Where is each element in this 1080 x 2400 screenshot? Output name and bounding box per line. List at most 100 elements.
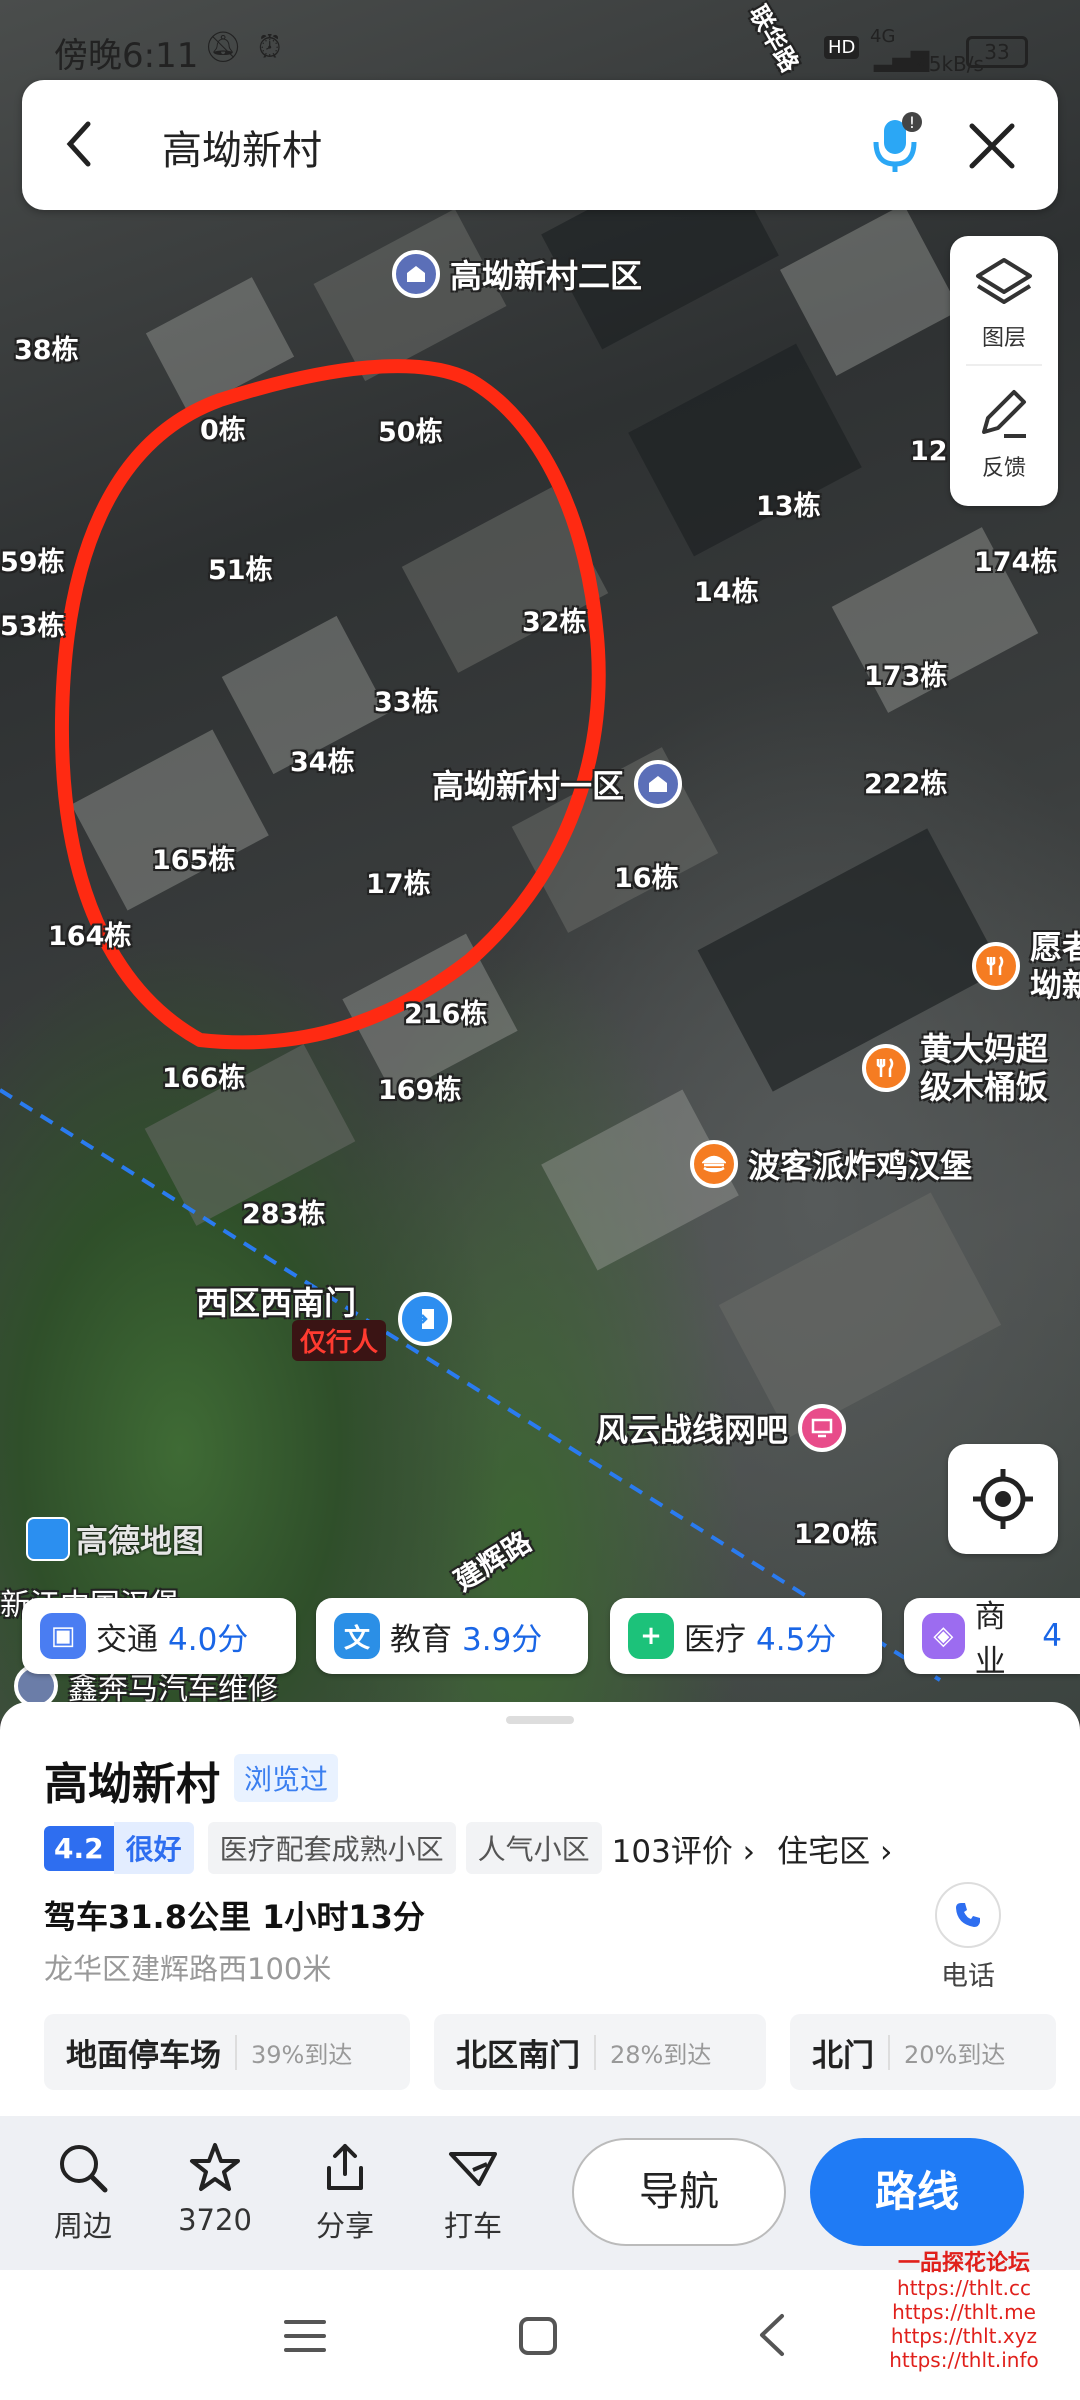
poi-label: 高坳新村一区: [432, 767, 625, 805]
score-chip-education[interactable]: 文 教育 3.9分: [316, 1598, 588, 1674]
tag-item: 医疗配套成熟小区: [207, 1822, 456, 1874]
building-label: 33栋: [374, 687, 439, 718]
tag-item: 人气小区: [465, 1822, 602, 1874]
layers-button[interactable]: 图层: [966, 236, 1042, 366]
edit-pencil-icon: [982, 390, 1026, 438]
poi-restaurant2[interactable]: 黄大妈超级木桶饭: [862, 1030, 1070, 1106]
metro-icon: ▣: [40, 1613, 86, 1659]
building-label: 283栋: [242, 1199, 326, 1230]
mute-icon: 🔕︎: [204, 30, 243, 65]
back-nav-button[interactable]: [752, 2310, 792, 2360]
building-label: 32栋: [522, 607, 587, 638]
feedback-button[interactable]: 反馈: [950, 366, 1058, 496]
back-arrow-icon: [66, 121, 91, 167]
building-label: 0栋: [200, 415, 246, 446]
building-label: 165栋: [152, 845, 236, 876]
building-label: 164栋: [48, 921, 132, 952]
residential-icon: [392, 250, 440, 298]
close-icon: [969, 123, 1015, 169]
sheet-drag-handle[interactable]: [506, 1716, 574, 1724]
phone-icon: [935, 1882, 1001, 1948]
score-chip-traffic[interactable]: ▣ 交通 4.0分: [22, 1598, 296, 1674]
building-label: 17栋: [366, 869, 431, 900]
poi-label: 风云战线网吧: [596, 1411, 789, 1449]
battery-icon: 33: [966, 36, 1028, 68]
building-label: 51栋: [208, 555, 273, 586]
poi-label: 波客派炸鸡汉堡: [748, 1147, 973, 1185]
hd-badge: HD: [824, 36, 860, 59]
gate-note-badge: 仅行人: [292, 1320, 387, 1361]
menu-nav-button[interactable]: [280, 2316, 330, 2356]
burger-icon: [690, 1140, 738, 1188]
poi-label: 愿者坳新: [1030, 928, 1080, 1004]
search-icon: [60, 2145, 108, 2193]
category-link[interactable]: 住宅区 ›: [777, 1826, 892, 1871]
microphone-icon: !: [873, 112, 922, 172]
share-icon: [327, 2144, 363, 2190]
locate-icon: [973, 1469, 1033, 1529]
taxi-button[interactable]: 打车: [418, 2140, 528, 2245]
address-text: 龙华区建辉路西100米: [44, 1952, 332, 1986]
route-button[interactable]: 路线: [810, 2138, 1024, 2246]
taxi-flag-icon: [449, 2152, 497, 2186]
score-chip-medical[interactable]: + 医疗 4.5分: [610, 1598, 882, 1674]
back-triangle-icon: [760, 2314, 784, 2356]
forum-watermark: 一品探花论坛 https://thlt.cc https://thlt.me h…: [889, 2251, 1039, 2373]
battery-level: 33: [984, 40, 1010, 64]
building-label: 120栋: [794, 1519, 878, 1550]
building-label: 38栋: [14, 335, 79, 366]
star-icon: [190, 2143, 240, 2191]
place-title: 高坳新村: [44, 1759, 220, 1810]
poi-label: 高坳新村二区: [450, 257, 643, 295]
share-button[interactable]: 分享: [290, 2140, 400, 2245]
education-icon: 文: [334, 1613, 380, 1659]
voice-button[interactable]: !: [862, 108, 932, 178]
drive-info: 驾车31.8公里 1小时13分: [44, 1898, 425, 1936]
score-chip-commerce[interactable]: ◈ 商业 4: [904, 1598, 1080, 1680]
status-bar: 傍晚6:11 🔕︎ ⏰︎ HD 4G ▂▄▆ 45kB/s 33: [54, 22, 1040, 78]
navigate-button[interactable]: 导航: [572, 2138, 786, 2246]
poi-netcafe[interactable]: 风云战线网吧: [596, 1404, 847, 1452]
building-label: 216栋: [404, 999, 488, 1030]
building-label: 14栋: [694, 577, 759, 608]
poi-label: 黄大妈超级木桶饭: [920, 1030, 1049, 1106]
building-label: 53栋: [0, 611, 65, 642]
visited-badge: 浏览过: [234, 1754, 339, 1802]
poi-restaurant1[interactable]: 愿者坳新: [972, 928, 1080, 1004]
phone-button[interactable]: 电话: [928, 1882, 1008, 1993]
home-square-icon: [519, 2317, 557, 2355]
entrance-item[interactable]: 北区南门 28%到达: [434, 2014, 766, 2090]
building-label: 174栋: [974, 547, 1058, 578]
back-button[interactable]: [50, 114, 110, 174]
status-time: 傍晚6:11: [54, 36, 199, 76]
poi-burger[interactable]: 波客派炸鸡汉堡: [690, 1140, 972, 1188]
building-label: 222栋: [864, 769, 948, 800]
entrance-item[interactable]: 北门 20%到达: [790, 2014, 1056, 2090]
layers-icon: [976, 258, 1032, 304]
locate-me-button[interactable]: [948, 1444, 1058, 1554]
search-input[interactable]: 高坳新村: [162, 118, 322, 176]
red-circle-annotation: [54, 359, 606, 1050]
clear-button[interactable]: [962, 116, 1022, 176]
restaurant-icon: [862, 1044, 910, 1092]
gate-icon: [398, 1292, 452, 1346]
poi-zone1[interactable]: 高坳新村一区: [432, 760, 683, 808]
map-view[interactable]: 38栋 50栋 0栋 51栋 59栋 53栋 32栋 33栋 34栋 165栋 …: [0, 0, 1080, 1720]
reviews-link[interactable]: 103评价 ›: [612, 1826, 755, 1871]
poi-zone2[interactable]: 高坳新村二区: [392, 250, 642, 298]
alarm-icon: ⏰︎: [258, 30, 282, 65]
nearby-button[interactable]: 周边: [28, 2140, 138, 2245]
building-label: 169栋: [378, 1075, 462, 1106]
favorite-button[interactable]: 3720: [160, 2140, 270, 2237]
entrance-item[interactable]: 地面停车场 39%到达: [44, 2014, 410, 2090]
search-bar: 高坳新村 !: [22, 80, 1058, 210]
home-nav-button[interactable]: [516, 2314, 560, 2358]
poi-gate[interactable]: 西区西南门: [196, 1278, 356, 1324]
rating-score: 4.2: [44, 1825, 114, 1871]
svg-text:!: !: [909, 113, 915, 132]
building-label: 50栋: [378, 417, 443, 448]
map-side-controls: 图层 反馈: [950, 236, 1058, 506]
medical-cross-icon: +: [628, 1613, 674, 1659]
computer-icon: [798, 1404, 847, 1452]
amap-logo-icon: [26, 1517, 70, 1561]
